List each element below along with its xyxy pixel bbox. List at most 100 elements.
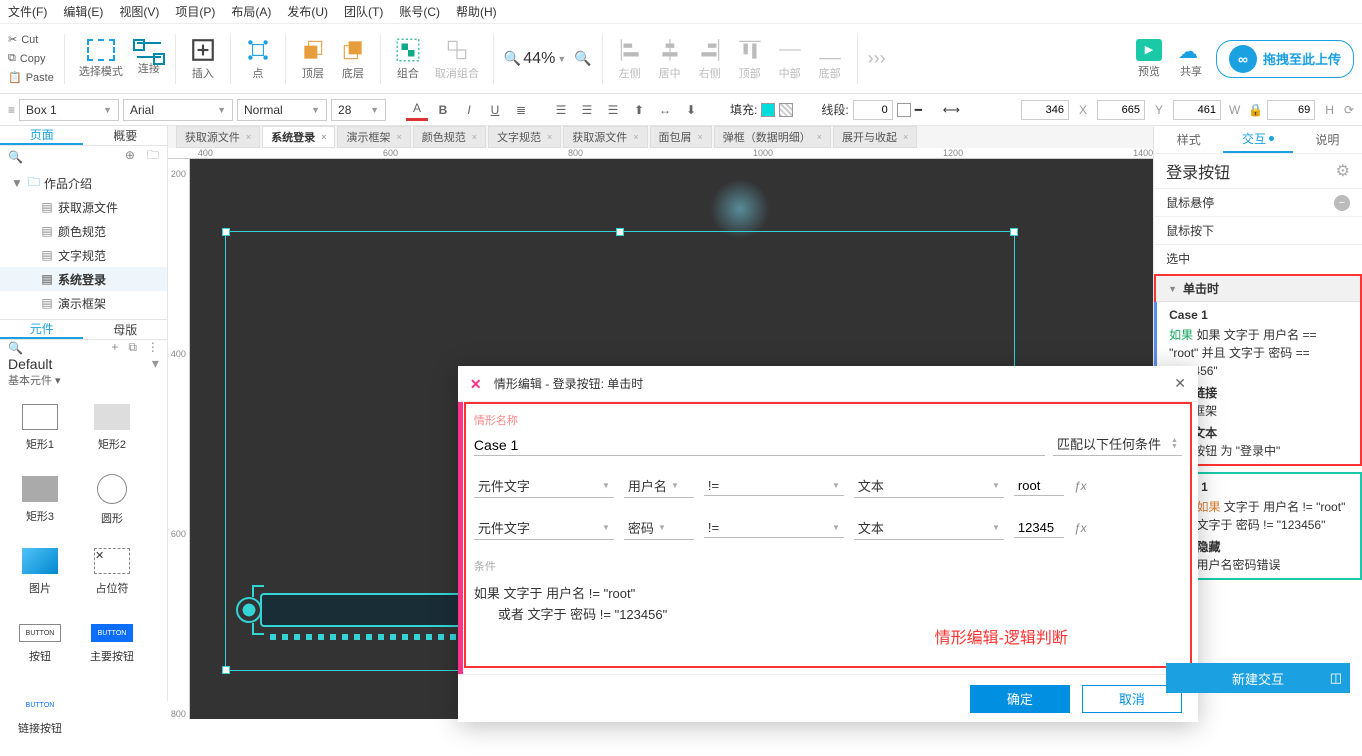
settings-icon[interactable]: ⚙ [1336, 161, 1350, 181]
add-folder-icon[interactable]: 🗀 [147, 148, 159, 162]
paste-button[interactable]: 📋Paste [8, 69, 54, 87]
font-family-dd[interactable]: Arial▼ [123, 99, 233, 121]
align-r-button[interactable]: ☰ [602, 99, 624, 121]
doc-tab-0[interactable]: 获取源文件× [176, 126, 260, 148]
zoom-out-button[interactable]: 🔍 [504, 50, 521, 67]
cond1-source-dd[interactable]: 元件文字▼ [474, 474, 614, 498]
tab-master[interactable]: 母版 [83, 320, 166, 339]
zoom-in-button[interactable]: 🔍 [574, 50, 591, 67]
upload-button[interactable]: ∞拖拽至此上传 [1216, 40, 1354, 78]
lib-placeholder[interactable]: ✕占位符 [76, 536, 148, 608]
tab-component[interactable]: 元件 [0, 320, 83, 339]
tree-item-4[interactable]: ▤系统登录 [0, 267, 167, 291]
cond1-widget-dd[interactable]: 用户名▼ [624, 474, 694, 498]
case1-name[interactable]: Case 1 [1169, 306, 1348, 324]
match-type-dd[interactable]: 匹配以下任何条件▲▼ [1053, 432, 1182, 456]
align-left-button[interactable]: 左侧 [613, 37, 647, 81]
align-l-button[interactable]: ☰ [550, 99, 572, 121]
cond1-value-input[interactable] [1014, 476, 1064, 496]
tab-note[interactable]: 说明 [1293, 126, 1362, 153]
lib-add-icon[interactable]: + [111, 340, 118, 354]
menu-edit[interactable]: 编辑(E) [63, 3, 103, 20]
doc-tab-6[interactable]: 面包屑× [650, 126, 712, 148]
menu-project[interactable]: 项目(P) [175, 3, 215, 20]
tab-interaction[interactable]: 交互 [1223, 126, 1292, 153]
event-onclick-header[interactable]: ▼单击时 [1156, 276, 1360, 302]
tree-item-2[interactable]: ▤颜色规范 [0, 219, 167, 243]
tab-style[interactable]: 样式 [1154, 126, 1223, 153]
lib-rect3[interactable]: 矩形3 [4, 464, 76, 536]
point-button[interactable]: 点 [241, 37, 275, 81]
tab-page[interactable]: 页面 [0, 126, 83, 145]
tree-item-5[interactable]: ▤演示框架 [0, 291, 167, 315]
event-mousedown[interactable]: 鼠标按下 [1154, 216, 1362, 244]
dialog-close-button[interactable]: ✕ [1174, 375, 1186, 392]
doc-tab-5[interactable]: 获取源文件× [563, 126, 647, 148]
cut-button[interactable]: ✂Cut [8, 31, 54, 49]
doc-tab-3[interactable]: 颜色规范× [413, 126, 486, 148]
lib-menu-icon[interactable]: ⋮ [147, 340, 159, 354]
doc-tab-8[interactable]: 展开与收起× [833, 126, 917, 148]
cond2-value-input[interactable] [1014, 518, 1064, 538]
cond2-fx-button[interactable]: ƒx [1074, 521, 1087, 535]
ungroup-button[interactable]: 取消组合 [431, 37, 483, 81]
align-c-button[interactable]: ☰ [576, 99, 598, 121]
lib-dd-icon[interactable]: ▾ [152, 355, 159, 372]
menu-help[interactable]: 帮助(H) [456, 3, 497, 20]
dist-mid-button[interactable]: 中部 [773, 37, 807, 81]
tree-item-3[interactable]: ▤文字规范 [0, 243, 167, 267]
size-w-input[interactable] [1173, 100, 1221, 120]
cond2-type-dd[interactable]: 文本▼ [854, 516, 1004, 540]
zoom-value[interactable]: 44% [523, 50, 555, 68]
italic-button[interactable]: I [458, 99, 480, 121]
valign-m-button[interactable]: ↔ [654, 99, 676, 121]
menu-publish[interactable]: 发布(U) [287, 3, 328, 20]
valign-b-button[interactable]: ⬇ [680, 99, 702, 121]
event-hover[interactable]: 鼠标悬停− [1154, 188, 1362, 216]
fill-opacity-swatch[interactable] [779, 103, 793, 117]
line-width-input[interactable] [853, 100, 893, 120]
lib-image[interactable]: 图片 [4, 536, 76, 608]
case-name-input[interactable] [474, 435, 1045, 456]
copy-button[interactable]: ⧉Copy [8, 50, 54, 68]
menu-file[interactable]: 文件(F) [8, 3, 47, 20]
new-interaction-button[interactable]: 新建交互◫ [1166, 663, 1350, 693]
fill-color-swatch[interactable] [761, 103, 775, 117]
font-size-dd[interactable]: 28▼ [331, 99, 386, 121]
ribbon-more[interactable]: ››› [868, 48, 886, 69]
lib-name[interactable]: Default [8, 356, 52, 372]
lib-section-label[interactable]: 基本元件 ▾ [0, 372, 167, 388]
line-style-dd[interactable]: ━ [915, 103, 939, 117]
menu-account[interactable]: 账号(C) [399, 3, 440, 20]
font-weight-dd[interactable]: Normal▼ [237, 99, 327, 121]
tree-root[interactable]: ▼🗀作品介绍 [0, 171, 167, 195]
lib-settings-icon[interactable]: ⧉ [128, 340, 137, 354]
lib-rect2[interactable]: 矩形2 [76, 392, 148, 464]
dist-bottom-button[interactable]: 底部 [813, 37, 847, 81]
block-style-icon[interactable]: ≡ [8, 103, 15, 117]
send-back-button[interactable]: 底层 [336, 37, 370, 81]
ok-button[interactable]: 确定 [970, 685, 1070, 713]
doc-tab-7[interactable]: 弹框（数据明细）× [714, 126, 831, 148]
rotate-icon[interactable]: ⟳ [1344, 103, 1354, 117]
doc-tab-2[interactable]: 演示框架× [337, 126, 410, 148]
doc-tab-4[interactable]: 文字规范× [488, 126, 561, 148]
search-icon[interactable]: 🔍 [8, 150, 23, 164]
pos-y-input[interactable] [1097, 100, 1145, 120]
arrow-style-dd[interactable]: ⟷ [943, 103, 967, 117]
group-button[interactable]: 组合 [391, 37, 425, 81]
align-center-button[interactable]: 居中 [653, 37, 687, 81]
bold-button[interactable]: B [432, 99, 454, 121]
tree-item-1[interactable]: ▤获取源文件 [0, 195, 167, 219]
lib-rect1[interactable]: 矩形1 [4, 392, 76, 464]
event-selected[interactable]: 选中 [1154, 244, 1362, 272]
tab-outline[interactable]: 概要 [83, 126, 166, 145]
bring-front-button[interactable]: 顶层 [296, 37, 330, 81]
menu-layout[interactable]: 布局(A) [231, 3, 271, 20]
lib-search-icon[interactable]: 🔍 [8, 341, 23, 355]
cond2-source-dd[interactable]: 元件文字▼ [474, 516, 614, 540]
size-h-input[interactable] [1267, 100, 1315, 120]
connect-button[interactable]: 连接 [133, 42, 165, 76]
insert-button[interactable]: 插入 [186, 37, 220, 81]
cond1-type-dd[interactable]: 文本▼ [854, 474, 1004, 498]
